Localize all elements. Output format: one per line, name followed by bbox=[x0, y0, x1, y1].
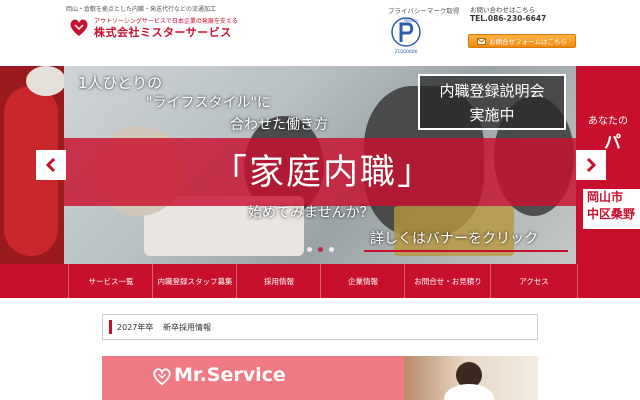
cta-underline bbox=[364, 250, 568, 252]
nav-item-contact[interactable]: お問合せ・お見積り bbox=[404, 264, 491, 298]
nav-item-company[interactable]: 企業情報 bbox=[320, 264, 405, 298]
slider-dot-3[interactable] bbox=[329, 247, 334, 252]
main-nav: サービス一覧 内職登録スタッフ募集 採用情報 企業情報 お問合せ・お見積り アク… bbox=[0, 264, 640, 298]
slider-next-button[interactable] bbox=[576, 150, 606, 180]
privacy-mark-icon[interactable]: 21000606 PRIVACY bbox=[390, 16, 422, 56]
seminar-badge: 内職登録説明会 実施中 bbox=[418, 74, 566, 130]
slide-headline-2: "ライフスタイル"に bbox=[146, 95, 271, 111]
chevron-left-icon bbox=[45, 158, 56, 172]
news-title[interactable]: 新卒採用情報 bbox=[163, 322, 211, 333]
mail-icon bbox=[477, 37, 487, 45]
nav-item-careers[interactable]: 採用情報 bbox=[236, 264, 321, 298]
logo-heart-icon[interactable] bbox=[68, 16, 90, 38]
news-date: 2027年卒 bbox=[117, 323, 154, 332]
slider-dot-2[interactable] bbox=[318, 247, 323, 252]
slider-prev-button[interactable] bbox=[36, 150, 66, 180]
next-slide-location-box: 岡山市 中区桑野 bbox=[582, 188, 640, 230]
next-slide-text-2: パ bbox=[604, 133, 621, 153]
slide-current[interactable]: 1人ひとりの "ライフスタイル"に 合わせた働き方 内職登録説明会 実施中 「家… bbox=[64, 66, 576, 264]
seminar-badge-line-1: 内職登録説明会 bbox=[439, 82, 545, 100]
news-accent-bar bbox=[109, 320, 112, 334]
next-slide-location-1: 岡山市 bbox=[587, 190, 624, 204]
slider-dot-1[interactable] bbox=[307, 247, 312, 252]
nav-item-access[interactable]: アクセス bbox=[490, 264, 578, 298]
privacy-mark-text: PRIVACY bbox=[404, 19, 419, 23]
privacy-mark-label: プライバシーマーク取得 bbox=[388, 7, 460, 15]
seminar-badge-line-2: 実施中 bbox=[469, 106, 515, 124]
next-slide-location-2: 中区桑野 bbox=[587, 207, 636, 221]
nav-item-services[interactable]: サービス一覧 bbox=[68, 264, 153, 298]
phone-number[interactable]: TEL.086-230-6647 bbox=[470, 14, 546, 23]
recruit-banner[interactable]: Mr.Service bbox=[102, 356, 538, 400]
company-logo-name[interactable]: 株式会社ミスターサービス bbox=[94, 24, 232, 40]
chevron-right-icon bbox=[586, 158, 597, 172]
contact-form-button[interactable]: お問合せフォームはこちら bbox=[468, 34, 576, 48]
next-slide-text-1: あなたの bbox=[588, 116, 628, 127]
news-item[interactable]: 2027年卒 新卒採用情報 bbox=[102, 314, 538, 340]
privacy-number: 21000606 bbox=[395, 49, 418, 55]
hero-slider: 1人ひとりの "ライフスタイル"に 合わせた働き方 内職登録説明会 実施中 「家… bbox=[0, 66, 640, 264]
contact-label: お問い合わせはこちら bbox=[470, 6, 535, 14]
heart-logo-icon bbox=[153, 368, 171, 386]
slide-sub-line: 始めてみませんか？ bbox=[248, 205, 374, 221]
recruit-banner-photo bbox=[404, 356, 538, 400]
slide-headline-1: 1人ひとりの bbox=[78, 74, 163, 92]
slide-headline-3: 合わせた働き方 bbox=[230, 117, 328, 133]
recruit-banner-logo: Mr.Service bbox=[174, 364, 286, 386]
site-tagline: 岡山・倉敷を拠点とした内職・発送代行などの流通加工 bbox=[66, 6, 217, 13]
slide-cta-text[interactable]: 詳しくはバナーをクリック bbox=[370, 228, 538, 248]
nav-item-staff-recruit[interactable]: 内職登録スタッフ募集 bbox=[152, 264, 237, 298]
contact-form-button-label: お問合せフォームはこちら bbox=[489, 38, 567, 46]
slide-main-title: 「家庭内職」 bbox=[212, 153, 435, 193]
